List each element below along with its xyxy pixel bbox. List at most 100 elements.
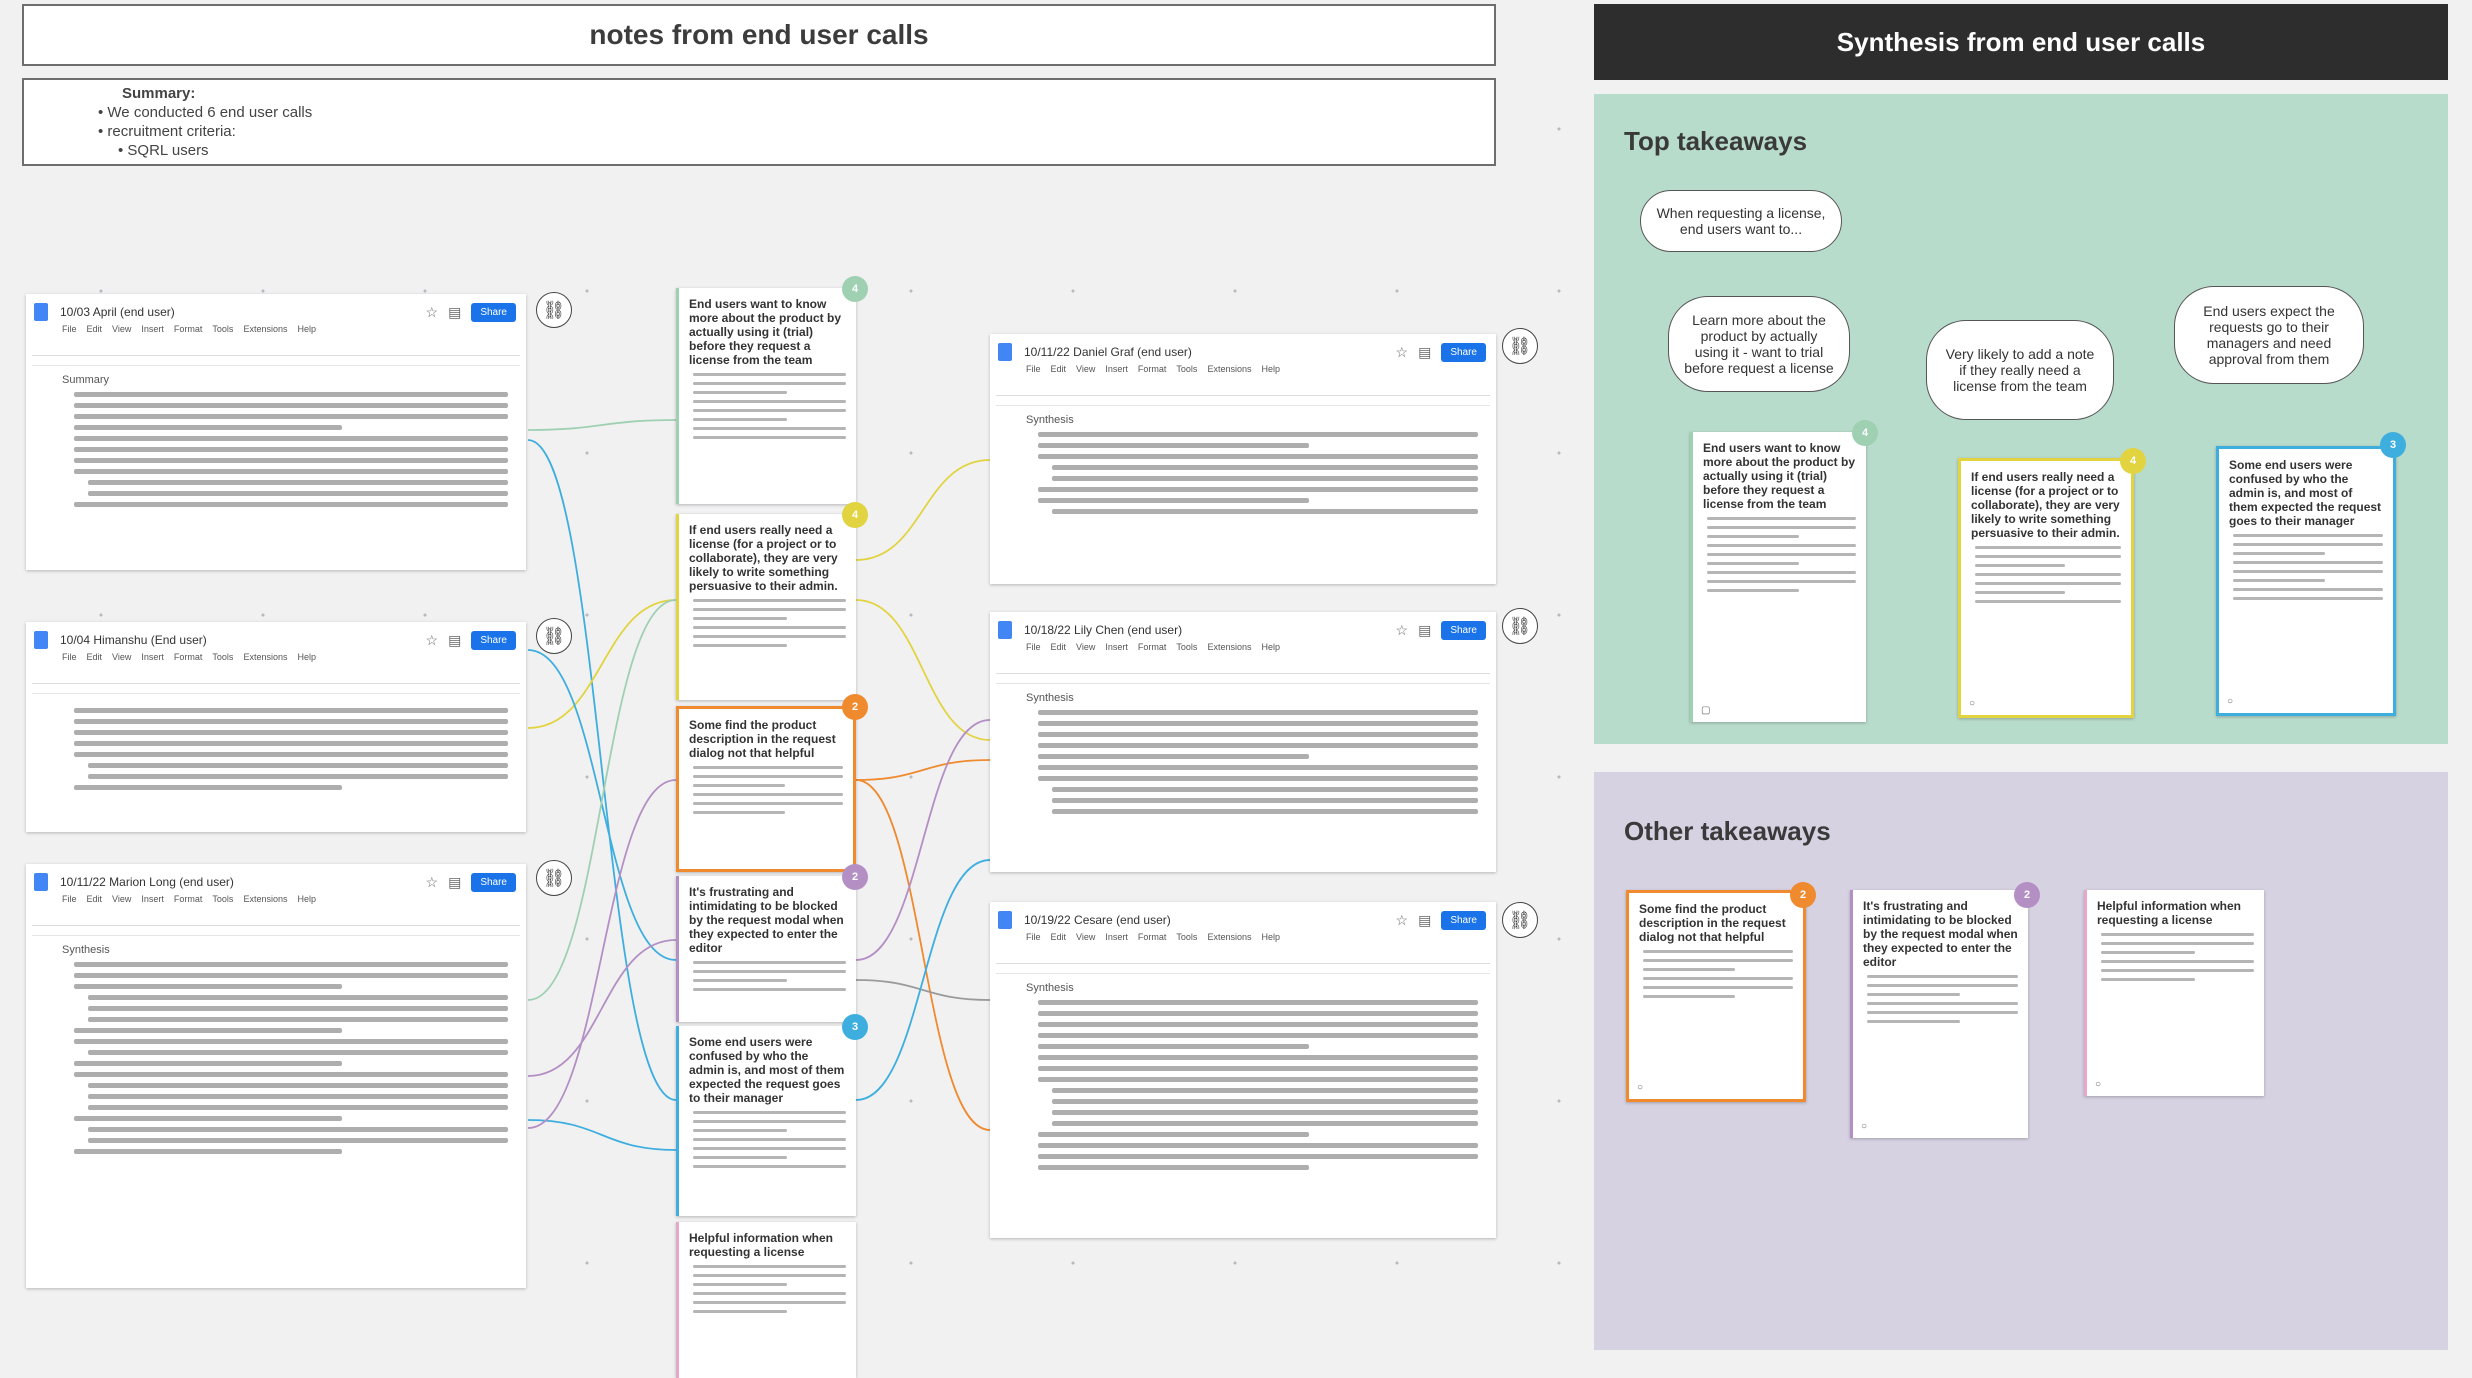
share-button[interactable]: Share [471, 872, 516, 892]
flow-node-trial[interactable]: Learn more about the product by actually… [1668, 296, 1850, 392]
flow-node-managers[interactable]: End users expect the requests go to thei… [2174, 286, 2364, 384]
comment-icon[interactable]: ○ [1637, 1082, 1643, 1093]
sticky-frustrating[interactable]: It's frustrating and intimidating to be … [676, 876, 856, 1022]
comment-icon[interactable]: ▤ [1418, 344, 1431, 361]
vote-badge: 4 [2120, 448, 2146, 474]
doc-title: 10/11/22 Marion Long (end user) [60, 875, 234, 889]
doc-menu: File Edit View Insert Format Tools Extensions H… [62, 324, 316, 334]
doc-toolbar [32, 668, 520, 684]
connector-line [855, 719, 991, 961]
synthesis-title: Synthesis from end user calls [1594, 4, 2448, 80]
other-sticky-frustrating[interactable]: It's frustrating and intimidating to be … [1850, 890, 2028, 1138]
comment-icon[interactable]: ○ [1861, 1121, 1867, 1132]
share-button[interactable]: Share [1441, 910, 1486, 930]
comment-icon[interactable]: ▤ [1418, 912, 1431, 929]
sticky-persuasive[interactable]: If end users really need a license (for … [676, 514, 856, 700]
comment-icon[interactable]: ○ [2095, 1079, 2101, 1090]
doc-toolbar [32, 910, 520, 926]
vote-badge: 2 [1790, 882, 1816, 908]
link-icon[interactable]: ⛓ [1502, 902, 1538, 938]
star-icon[interactable]: ☆ [426, 304, 439, 321]
doc-toolbar [996, 380, 1490, 396]
sticky-heading: Some end users were confused by who the … [689, 1035, 845, 1105]
doc-card-himanshu[interactable]: 10/04 Himanshu (End user) ☆ ▤ Share File Ed… [26, 622, 526, 832]
connector-line [527, 439, 677, 1101]
share-button[interactable]: Share [471, 630, 516, 650]
vote-badge: 3 [842, 1014, 868, 1040]
vote-badge: 2 [2014, 882, 2040, 908]
comment-icon[interactable]: ○ [2227, 696, 2233, 707]
star-icon[interactable]: ☆ [1396, 344, 1409, 361]
doc-ruler [32, 686, 520, 694]
vote-badge: 2 [842, 694, 868, 720]
star-icon[interactable]: ☆ [1396, 912, 1409, 929]
connector-line [855, 759, 991, 781]
flow-node-note[interactable]: Very likely to add a note if they really… [1926, 320, 2114, 420]
doc-ruler [996, 676, 1490, 684]
panel-title: Top takeaways [1624, 126, 1808, 156]
other-sticky-helpful-info[interactable]: Helpful information when requesting a li… [2084, 890, 2264, 1096]
share-button[interactable]: Share [471, 302, 516, 322]
comment-icon[interactable]: ○ [1969, 698, 1975, 709]
connector-line [527, 649, 677, 961]
connector-line [527, 939, 677, 1077]
sticky-heading: Helpful information when requesting a li… [689, 1231, 833, 1259]
doc-ruler [996, 966, 1490, 974]
doc-heading: Synthesis [62, 944, 110, 956]
doc-card-cesare[interactable]: 10/19/22 Cesare (end user) ☆ ▤ Share File E… [990, 902, 1496, 1238]
share-button[interactable]: Share [1441, 620, 1486, 640]
top-sticky-persuasive[interactable]: If end users really need a license (for … [1958, 458, 2134, 718]
other-sticky-description[interactable]: Some find the product description in the… [1626, 890, 1806, 1102]
comment-icon[interactable]: ▢ [1701, 705, 1710, 716]
vote-badge: 4 [842, 502, 868, 528]
comment-icon[interactable]: ▤ [448, 632, 461, 649]
sticky-confused-admin[interactable]: Some end users were confused by who the … [676, 1026, 856, 1216]
docs-icon [34, 873, 48, 891]
link-icon[interactable]: ⛓ [536, 860, 572, 896]
doc-menu: File Edit View Insert Format Tools Extensions H… [1026, 364, 1280, 374]
sticky-heading: End users want to know more about the pr… [1703, 441, 1856, 511]
connector-line [855, 459, 991, 561]
doc-menu: File Edit View Insert Format Tools Extensions H… [1026, 642, 1280, 652]
doc-menu: File Edit View Insert Format Tools Extensions H… [1026, 932, 1280, 942]
summary-item: We conducted 6 end user calls [98, 103, 1494, 122]
doc-ruler [32, 928, 520, 936]
connector-line [855, 859, 991, 1101]
doc-ruler [32, 358, 520, 366]
link-icon[interactable]: ⛓ [536, 292, 572, 328]
sticky-heading: Some end users were confused by who the … [2229, 458, 2382, 528]
sticky-description[interactable]: Some find the product description in the… [676, 706, 856, 872]
doc-title: 10/18/22 Lily Chen (end user) [1024, 623, 1183, 637]
doc-toolbar [32, 340, 520, 356]
top-sticky-trial[interactable]: End users want to know more about the pr… [1690, 432, 1866, 722]
doc-card-lily[interactable]: 10/18/22 Lily Chen (end user) ☆ ▤ Share Fi… [990, 612, 1496, 872]
sticky-heading: Helpful information when requesting a li… [2097, 899, 2241, 927]
link-icon[interactable]: ⛓ [1502, 608, 1538, 644]
doc-card-april[interactable]: 10/03 April (end user) ☆ ▤ Share File Edit V… [26, 294, 526, 570]
comment-icon[interactable]: ▤ [1418, 622, 1431, 639]
star-icon[interactable]: ☆ [426, 874, 439, 891]
doc-card-marion[interactable]: 10/11/22 Marion Long (end user) ☆ ▤ Share … [26, 864, 526, 1288]
star-icon[interactable]: ☆ [426, 632, 439, 649]
sticky-trial[interactable]: End users want to know more about the pr… [676, 288, 856, 504]
docs-icon [998, 343, 1012, 361]
connector-line [855, 599, 991, 741]
flow-root-node[interactable]: When requesting a license, end users wan… [1640, 190, 1842, 252]
star-icon[interactable]: ☆ [1396, 622, 1409, 639]
doc-card-daniel[interactable]: 10/11/22 Daniel Graf (end user) ☆ ▤ Share … [990, 334, 1496, 584]
link-icon[interactable]: ⛓ [536, 618, 572, 654]
doc-heading: Synthesis [1026, 414, 1074, 426]
sticky-heading: End users want to know more about the pr… [689, 297, 842, 367]
doc-title: 10/04 Himanshu (End user) [60, 633, 207, 647]
notes-title: notes from end user calls [22, 4, 1496, 66]
doc-menu: File Edit View Insert Format Tools Extensions H… [62, 652, 316, 662]
top-sticky-admin[interactable]: Some end users were confused by who the … [2216, 446, 2396, 716]
sticky-helpful-info[interactable]: Helpful information when requesting a li… [676, 1222, 856, 1378]
connector-line [527, 1119, 677, 1151]
doc-title: 10/19/22 Cesare (end user) [1024, 913, 1171, 927]
share-button[interactable]: Share [1441, 342, 1486, 362]
comment-icon[interactable]: ▤ [448, 874, 461, 891]
link-icon[interactable]: ⛓ [1502, 328, 1538, 364]
comment-icon[interactable]: ▤ [448, 304, 461, 321]
summary-box: Summary: We conducted 6 end user calls r… [22, 78, 1496, 166]
